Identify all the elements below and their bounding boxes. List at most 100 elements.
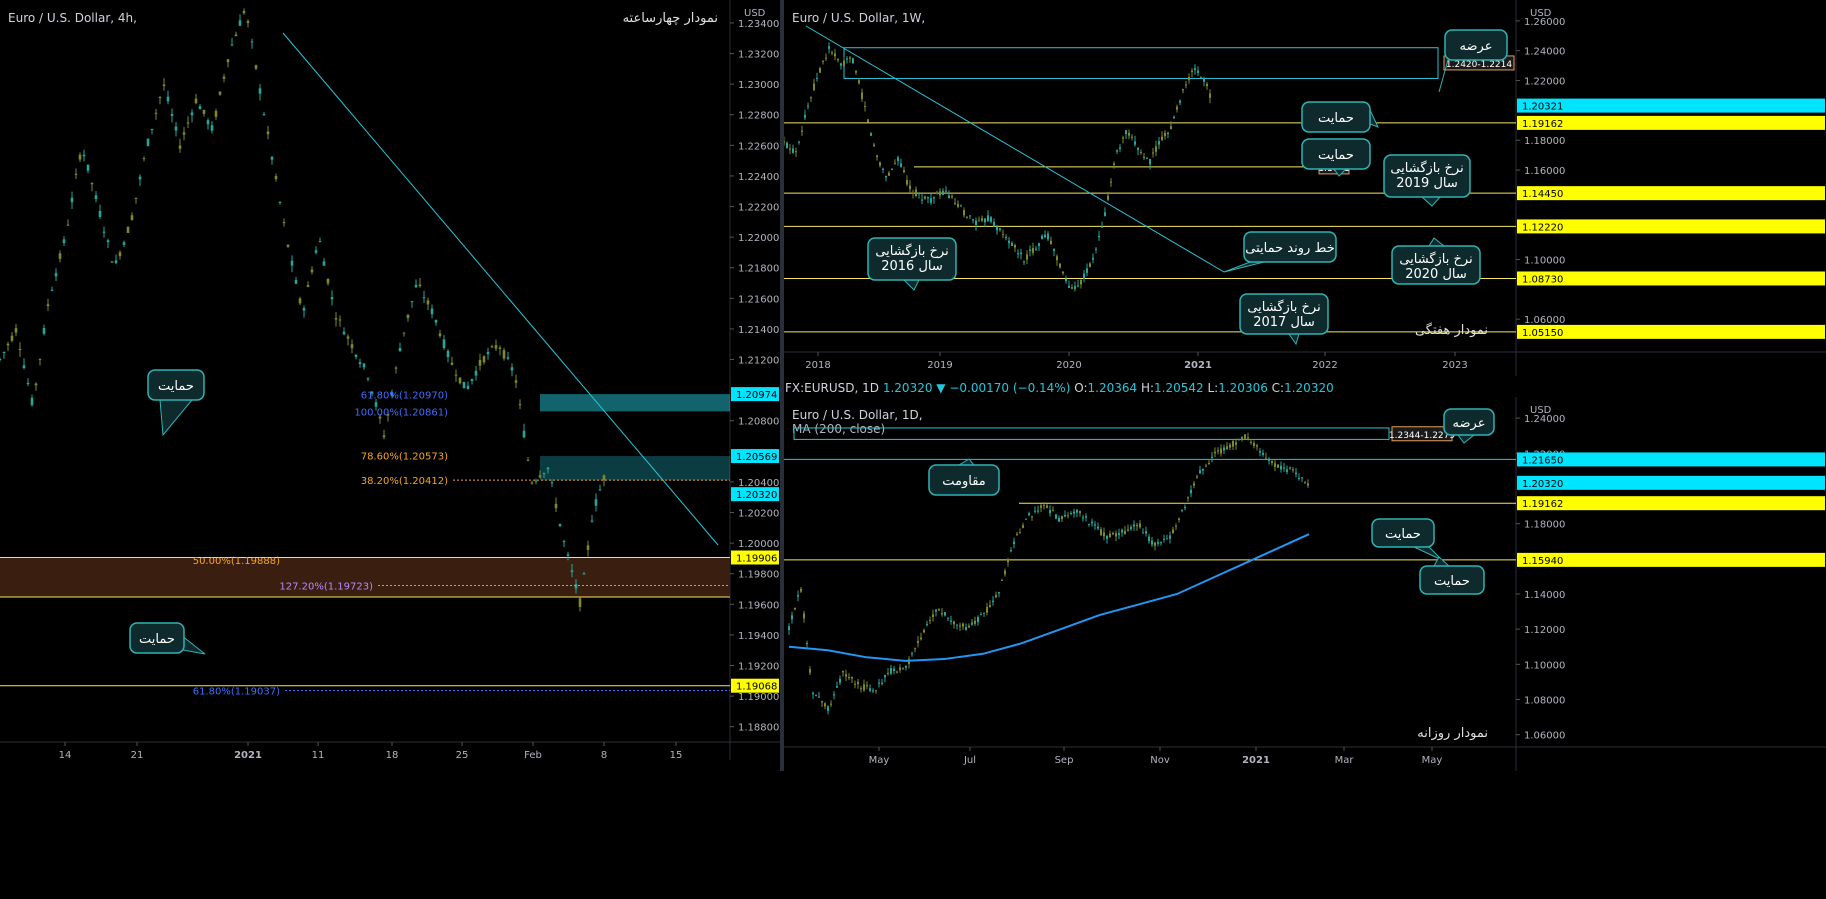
candle-body [830, 703, 832, 705]
candle-body [986, 607, 988, 613]
candle-body [210, 125, 214, 131]
candle-body [1085, 516, 1087, 518]
candle-body [258, 88, 262, 94]
candle-body [1052, 510, 1054, 512]
candle-body [230, 44, 234, 46]
candle-body [490, 346, 494, 348]
price-label-text: 1.20320 [736, 490, 777, 501]
candle-body [374, 402, 378, 407]
chart-1d-panel[interactable]: 1.240001.220001.180001.140001.120001.100… [784, 397, 1826, 771]
candle-body [306, 285, 310, 287]
candle-body [929, 619, 931, 621]
candle-body [1187, 497, 1189, 499]
candle-body [791, 615, 793, 620]
candle-body [122, 242, 126, 245]
candle-body [1104, 212, 1106, 216]
candle-body [138, 176, 142, 180]
candle-body [1088, 524, 1090, 526]
y-tick-label: 1.20000 [738, 539, 779, 550]
candle-body [214, 111, 218, 117]
candle-body [562, 541, 566, 543]
price-label-text: 1.19906 [736, 553, 777, 564]
chart-4h[interactable]: 1.23400 1.23200 1.23000 1.22800 1.22600 1.224… [0, 0, 780, 760]
candle-body [422, 297, 426, 299]
candle-body [1020, 252, 1022, 255]
candle-body [1074, 286, 1076, 289]
y-tick-label: 1.19000 [738, 692, 779, 703]
price-label-text: 1.19068 [736, 682, 777, 693]
candle-body [819, 68, 821, 73]
fib-level-label: 127.20%(1.19723) [279, 581, 373, 592]
ohlc-change: −0.00170 (−0.14%) [949, 381, 1071, 395]
candle-body [262, 114, 266, 116]
timeframe-annotation: نمودار هفتگی [1415, 322, 1488, 338]
candle-body [833, 694, 835, 696]
ohlc-close: 1.20320 [882, 381, 933, 395]
chart-title: Euro / U.S. Dollar, 4h, [8, 11, 137, 25]
x-tick-label: May [1422, 755, 1443, 766]
candle-body [522, 430, 526, 438]
candle-body [821, 701, 823, 703]
candle-body [1047, 233, 1049, 240]
candle-body [182, 132, 186, 135]
candle-body [893, 668, 895, 671]
candle-body [800, 588, 802, 592]
candle-body [890, 668, 892, 674]
candle-body [1145, 531, 1147, 534]
candle-body [1119, 147, 1121, 149]
candle-body [322, 261, 326, 266]
candle-body [971, 622, 973, 625]
candle-body [900, 163, 902, 167]
candle-body [266, 131, 270, 135]
y-tick-label: 1.20200 [738, 509, 779, 520]
candle-body [1214, 451, 1216, 454]
candle-body [1271, 461, 1273, 464]
candle-body [990, 217, 992, 222]
candle-body [965, 627, 967, 631]
candle-body [1080, 279, 1082, 285]
candle-body [804, 115, 806, 118]
candle-body [1154, 542, 1156, 546]
callout-text: حمایت [1385, 527, 1421, 542]
candle-body [1058, 517, 1060, 522]
callout-text: حمایت [158, 379, 194, 394]
chart-title: Euro / U.S. Dollar, 1W, [792, 11, 925, 25]
candle-body [518, 404, 522, 406]
candle-body [338, 319, 342, 321]
callout-bubble: حمایت [1419, 556, 1485, 595]
candle-body [842, 670, 844, 673]
chart-subtitle: MA (200, close) [792, 422, 885, 436]
candle-body [1077, 285, 1079, 287]
candle-body [947, 617, 949, 619]
candle-body [863, 684, 865, 691]
candle-body [194, 98, 198, 104]
candle-body [346, 336, 350, 339]
candle-body [178, 145, 182, 149]
candle-body [827, 706, 829, 711]
candle-body [330, 297, 334, 300]
chart-1w-panel[interactable]: 1.26000 1.24000 1.22000 1.18000 1.16000 1.100… [784, 0, 1826, 376]
candle-body [534, 480, 538, 482]
candle-body [1161, 136, 1163, 141]
fib-level-label: 50.00%(1.19888) [193, 556, 280, 567]
candle-body [70, 197, 74, 203]
chart-1d[interactable]: 1.240001.220001.180001.140001.120001.100… [784, 397, 1826, 771]
candle-body [876, 155, 878, 158]
candle-body [1182, 89, 1184, 91]
candle-body [872, 690, 874, 692]
chart-4h-panel[interactable]: 1.23400 1.23200 1.23000 1.22800 1.22600 1.224… [0, 0, 780, 760]
candle-body [326, 278, 330, 284]
candle-body [1011, 242, 1013, 246]
callout-bubble: نرخ بازگشاییسال 2020 [1391, 237, 1481, 285]
fib-level-label: 78.60%(1.20573) [361, 451, 448, 462]
candle-body [1158, 141, 1160, 145]
candle-body [1134, 141, 1136, 145]
candle-body [362, 363, 366, 368]
chart-title: Euro / U.S. Dollar, 1D, [792, 408, 923, 422]
ohlc-h-label: H: [1140, 381, 1155, 395]
price-label-text: 1.20974 [736, 390, 777, 401]
candle-body [502, 350, 506, 359]
callout-tail [1223, 261, 1265, 273]
callout-text: عرضه [1453, 416, 1486, 431]
chart-1w[interactable]: 1.260001.240001.220001.180001.160001.100… [784, 0, 1826, 376]
